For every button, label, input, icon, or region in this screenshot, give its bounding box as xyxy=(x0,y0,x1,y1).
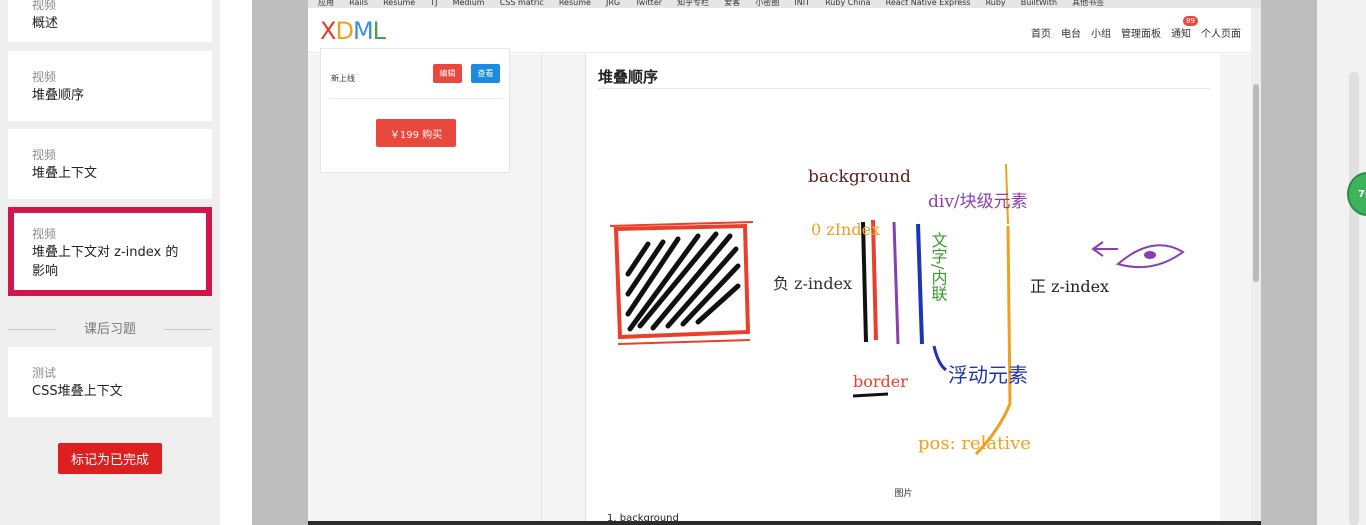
bookmark: Rails xyxy=(349,0,368,7)
logo-letter: X xyxy=(320,17,336,45)
bookmark: 其他书签 xyxy=(1072,0,1105,7)
lesson-type: 视频 xyxy=(32,0,57,12)
bookmark: 小密圈 xyxy=(755,0,780,7)
column-divider xyxy=(541,54,542,525)
nav-admin: 管理面板 xyxy=(1121,29,1161,40)
lesson-item-overview[interactable]: 视频 概述 xyxy=(8,0,212,42)
stacking-order-diagram: 0 zIndex background div/块级元素 文字/内联 负 z-i… xyxy=(609,163,1185,456)
lesson-type: 视频 xyxy=(32,227,57,241)
nav-notifications: 通知 89 xyxy=(1171,16,1198,40)
course-status: 新上线 xyxy=(331,74,355,83)
label-background: background xyxy=(808,167,911,187)
bookmark: CSS matric xyxy=(499,0,544,7)
page-scrollbar[interactable] xyxy=(1349,72,1359,525)
lesson-type: 视频 xyxy=(32,70,57,84)
label-relative: pos: relative xyxy=(918,433,1031,454)
hatched-box-drawing xyxy=(609,221,754,345)
label-negative: 负 z-index xyxy=(773,274,852,293)
article-panel: 堆叠顺序 0 zIndex background div/块级元素 文字/内联 … xyxy=(585,54,1220,525)
edit-button: 编辑 xyxy=(433,64,462,83)
lesson-type: 测试 xyxy=(32,366,57,380)
bookmark: 应用 xyxy=(318,0,334,7)
bookmark: Resume xyxy=(558,0,591,7)
lesson-title: CSS堆叠上下文 xyxy=(32,384,123,399)
recorded-page-body: 新上线 编辑 查看 ￥199 购买 堆叠顺序 0 zIndex backgrou… xyxy=(308,48,1251,525)
lesson-item-z-index-active[interactable]: 视频 堆叠上下文对 z-index 的影响 xyxy=(8,207,212,296)
nav-notifications-label: 通知 xyxy=(1171,29,1191,40)
section-label: 课后习题 xyxy=(83,322,136,337)
lesson-title: 堆叠上下文 xyxy=(32,166,98,181)
notification-count-badge: 89 xyxy=(1183,16,1198,26)
label-border: border xyxy=(853,372,908,391)
label-text-inline: 文字/内联 xyxy=(929,232,948,301)
course-info-box: 新上线 编辑 查看 ￥199 购买 xyxy=(320,48,510,173)
logo-letter: L xyxy=(372,17,386,45)
video-bottom-edge xyxy=(308,521,1261,525)
lesson-title: 堆叠上下文对 z-index 的影响 xyxy=(32,245,179,279)
positioned-line xyxy=(974,225,1012,456)
course-sidebar: 视频 概述 视频 堆叠顺序 视频 堆叠上下文 视频 堆叠上下文对 z-index… xyxy=(0,0,220,525)
eye-drawing xyxy=(1091,241,1185,269)
nav-radio: 电台 xyxy=(1061,29,1081,40)
buy-button: ￥199 购买 xyxy=(376,119,456,147)
bookmark: Ruby China xyxy=(825,0,871,7)
divider xyxy=(598,88,1210,89)
bookmark: Medium xyxy=(452,0,485,7)
nav-profile: 个人页面 xyxy=(1201,29,1241,40)
bookmark: BuiltWith xyxy=(1020,0,1058,7)
section-divider: 课后习题 xyxy=(8,321,212,339)
label-float: 浮动元素 xyxy=(948,363,1028,387)
logo-letter: M xyxy=(352,17,374,45)
background-line xyxy=(861,221,868,343)
bookmark: TJ xyxy=(430,0,438,7)
lesson-item-stacking-context[interactable]: 视频 堆叠上下文 xyxy=(8,129,212,199)
browser-scrollbar xyxy=(1251,8,1261,525)
browser-scroll-thumb xyxy=(1253,84,1259,282)
site-navbar: XDML 首页 电台 小组 管理面板 通知 89 个人页面 xyxy=(308,8,1251,53)
divider-line xyxy=(164,329,212,330)
bookmark: 爱客 xyxy=(724,0,741,7)
bookmark: Twitter xyxy=(635,0,663,7)
bookmark: JRG xyxy=(606,0,621,7)
bookmark: React Native Express xyxy=(885,0,971,7)
inline-line xyxy=(916,223,924,345)
div-line xyxy=(892,221,900,345)
bookmark: Resume xyxy=(383,0,416,7)
figure-caption: 图片 xyxy=(894,489,913,499)
bookmark: Ruby xyxy=(985,0,1006,7)
lesson-type: 视频 xyxy=(32,148,57,162)
lesson-title: 堆叠顺序 xyxy=(32,88,85,103)
divider xyxy=(331,98,501,99)
lesson-item-quiz[interactable]: 测试 CSS堆叠上下文 xyxy=(8,347,212,417)
article-title: 堆叠顺序 xyxy=(598,68,659,86)
nav-groups: 小组 xyxy=(1091,29,1111,40)
label-div: div/块级元素 xyxy=(928,192,1028,212)
site-logo: XDML xyxy=(320,17,386,45)
lesson-item-stacking-order[interactable]: 视频 堆叠顺序 xyxy=(8,51,212,121)
nav-links: 首页 电台 小组 管理面板 通知 89 个人页面 xyxy=(1031,16,1241,40)
mark-complete-button[interactable]: 标记为已完成 xyxy=(58,443,162,474)
bookmark: 知乎专栏 xyxy=(677,0,710,7)
bookmarks-bar: 应用 Rails Resume TJ Medium CSS matric Res… xyxy=(308,0,1261,8)
bookmark: INIT xyxy=(794,0,810,7)
lesson-title: 概述 xyxy=(32,16,59,31)
view-button: 查看 xyxy=(471,64,500,83)
recorded-browser-window: 应用 Rails Resume TJ Medium CSS matric Res… xyxy=(308,0,1261,525)
logo-letter: D xyxy=(335,17,354,45)
label-z0: 0 zIndex xyxy=(811,220,880,239)
nav-home: 首页 xyxy=(1031,29,1051,40)
label-positive: 正 z-index xyxy=(1030,277,1109,296)
